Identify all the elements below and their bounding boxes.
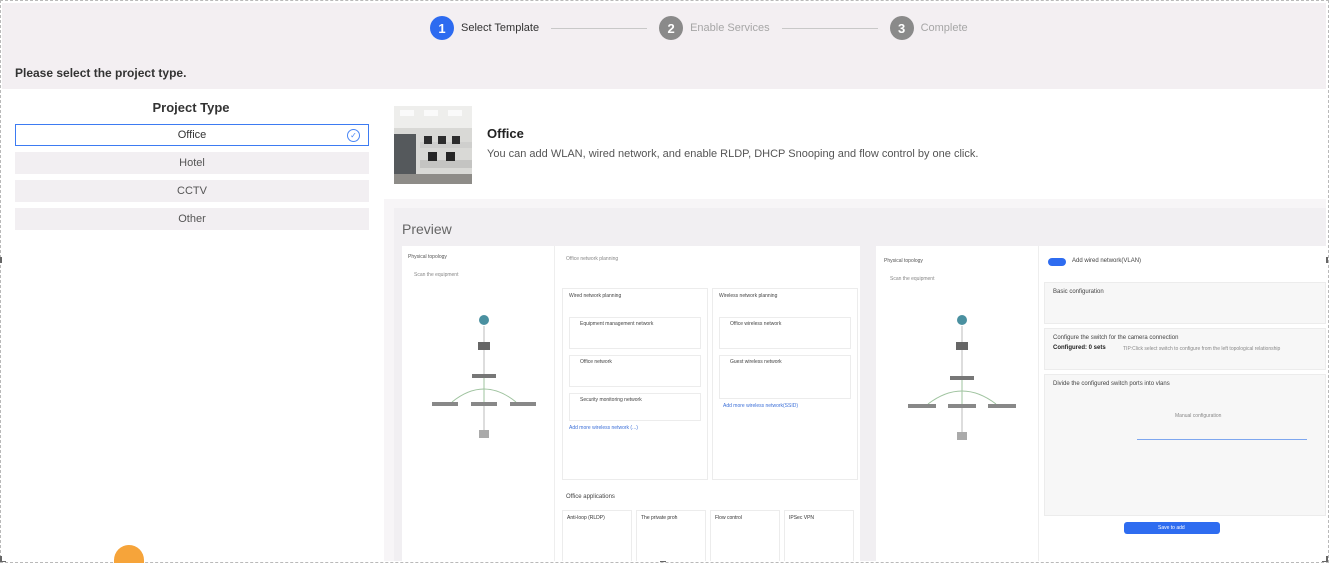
app-card[interactable]: The private proh xyxy=(636,510,706,561)
app-card-label: The private proh xyxy=(641,515,678,521)
network-card-label: Guest wireless network xyxy=(730,359,782,365)
config-section: Basic configuration xyxy=(1044,282,1326,324)
network-card[interactable]: Guest wireless network xyxy=(719,355,851,399)
panel-title: Wired network planning xyxy=(569,293,622,299)
project-type-panel: Project Type Office ✓ Hotel CCTV Other xyxy=(2,96,380,561)
config-section-title: Basic configuration xyxy=(1053,289,1104,295)
wizard-stepper: 1 Select Template 2 Enable Services 3 Co… xyxy=(430,15,968,41)
save-to-add-button[interactable]: Save to add xyxy=(1124,522,1220,534)
network-card-label: Office wireless network xyxy=(730,321,782,327)
config-section-title: Divide the configured switch ports into … xyxy=(1053,381,1170,387)
save-to-add-label: Save to add xyxy=(1158,525,1185,531)
network-card-label: Security monitoring network xyxy=(580,397,642,403)
network-card[interactable]: Office wireless network xyxy=(719,317,851,349)
project-type-label: Office xyxy=(177,129,207,141)
configured-tip: TIP:Click select switch to configure fro… xyxy=(1123,346,1281,352)
app-card[interactable]: Flow control xyxy=(710,510,780,561)
project-type-hotel[interactable]: Hotel xyxy=(15,152,369,174)
sidebar-title: Physical topology xyxy=(884,258,923,264)
page-title: Please select the project type. xyxy=(15,66,187,80)
add-network-link[interactable]: Add more wireless network (...) xyxy=(569,425,638,431)
step-select-template[interactable]: 1 Select Template xyxy=(430,16,539,40)
template-card: Office You can add WLAN, wired network, … xyxy=(384,96,1326,199)
project-type-other[interactable]: Other xyxy=(15,208,369,230)
preview-screenshot-network-planning: Physical topology Scan the equipment Off… xyxy=(402,246,860,561)
network-card[interactable]: Office network xyxy=(569,355,701,387)
network-card[interactable]: Equipment management network xyxy=(569,317,701,349)
topology-diagram xyxy=(432,315,536,438)
sidebar-item: Scan the equipment xyxy=(890,276,935,282)
project-type-office[interactable]: Office ✓ xyxy=(15,124,369,146)
topology-sidebar: Physical topology Scan the equipment xyxy=(876,246,1039,561)
template-description: You can add WLAN, wired network, and ena… xyxy=(487,148,979,160)
step-number: 1 xyxy=(430,16,454,40)
app-card-label: Anti-loop (RLDP) xyxy=(567,515,605,521)
project-type-label: Other xyxy=(178,213,206,225)
step-label: Select Template xyxy=(461,22,540,34)
toggle-label: Add wired network(VLAN) xyxy=(1072,258,1142,264)
step-label: Enable Services xyxy=(690,22,770,34)
sidebar-title: Physical topology xyxy=(408,254,447,260)
preview-screenshot-wired-network: Physical topology Scan the equipment Add… xyxy=(876,246,1326,561)
project-type-label: CCTV xyxy=(177,185,207,197)
config-section: Configure the switch for the camera conn… xyxy=(1044,328,1326,370)
project-type-cctv[interactable]: CCTV xyxy=(15,180,369,202)
project-type-label: Hotel xyxy=(179,157,205,169)
network-card-label: Office network xyxy=(580,359,612,365)
office-photo xyxy=(394,106,472,184)
wireless-planning-panel: Wireless network planning Office wireles… xyxy=(712,288,858,480)
step-number: 2 xyxy=(659,16,684,40)
step-connector xyxy=(781,27,878,29)
toggle-switch[interactable] xyxy=(1048,258,1066,266)
panel-title: Wireless network planning xyxy=(719,293,778,299)
step-number: 3 xyxy=(889,16,914,40)
topology-sidebar: Physical topology Scan the equipment xyxy=(402,246,555,561)
add-network-link[interactable]: Add more wireless network(SSID) xyxy=(723,403,798,409)
app-card-label: Flow control xyxy=(715,515,742,521)
config-section: Divide the configured switch ports into … xyxy=(1044,374,1326,516)
step-label: Complete xyxy=(920,22,968,34)
step-complete[interactable]: 3 Complete xyxy=(889,16,968,40)
sidebar-item: Scan the equipment xyxy=(414,272,459,278)
divider xyxy=(1137,439,1307,440)
template-detail-panel: Office You can add WLAN, wired network, … xyxy=(384,96,1326,561)
wired-planning-panel: Wired network planning Equipment managem… xyxy=(562,288,708,480)
section-title: Office network planning xyxy=(566,256,619,262)
manual-config-option[interactable]: Manual configuration xyxy=(1175,413,1221,419)
app-card-label: IPSec VPN xyxy=(789,515,815,521)
step-connector xyxy=(551,27,648,29)
topology-diagram xyxy=(908,315,1016,440)
template-title: Office xyxy=(487,126,524,141)
network-card[interactable]: Security monitoring network xyxy=(569,393,701,421)
network-card-label: Equipment management network xyxy=(580,321,654,327)
app-card[interactable]: IPSec VPN xyxy=(784,510,854,561)
project-type-heading: Project Type xyxy=(152,100,230,115)
preview-section: Preview Physical topology Scan the equip… xyxy=(394,208,1326,561)
check-circle-icon: ✓ xyxy=(347,129,360,142)
app-card[interactable]: Anti-loop (RLDP) xyxy=(562,510,632,561)
config-section-title: Configure the switch for the camera conn… xyxy=(1053,335,1179,341)
preview-title: Preview xyxy=(402,221,452,237)
configured-count: Configured: 0 sets xyxy=(1053,345,1106,351)
section-title: Office applications xyxy=(566,494,615,500)
step-enable-services[interactable]: 2 Enable Services xyxy=(659,16,770,40)
